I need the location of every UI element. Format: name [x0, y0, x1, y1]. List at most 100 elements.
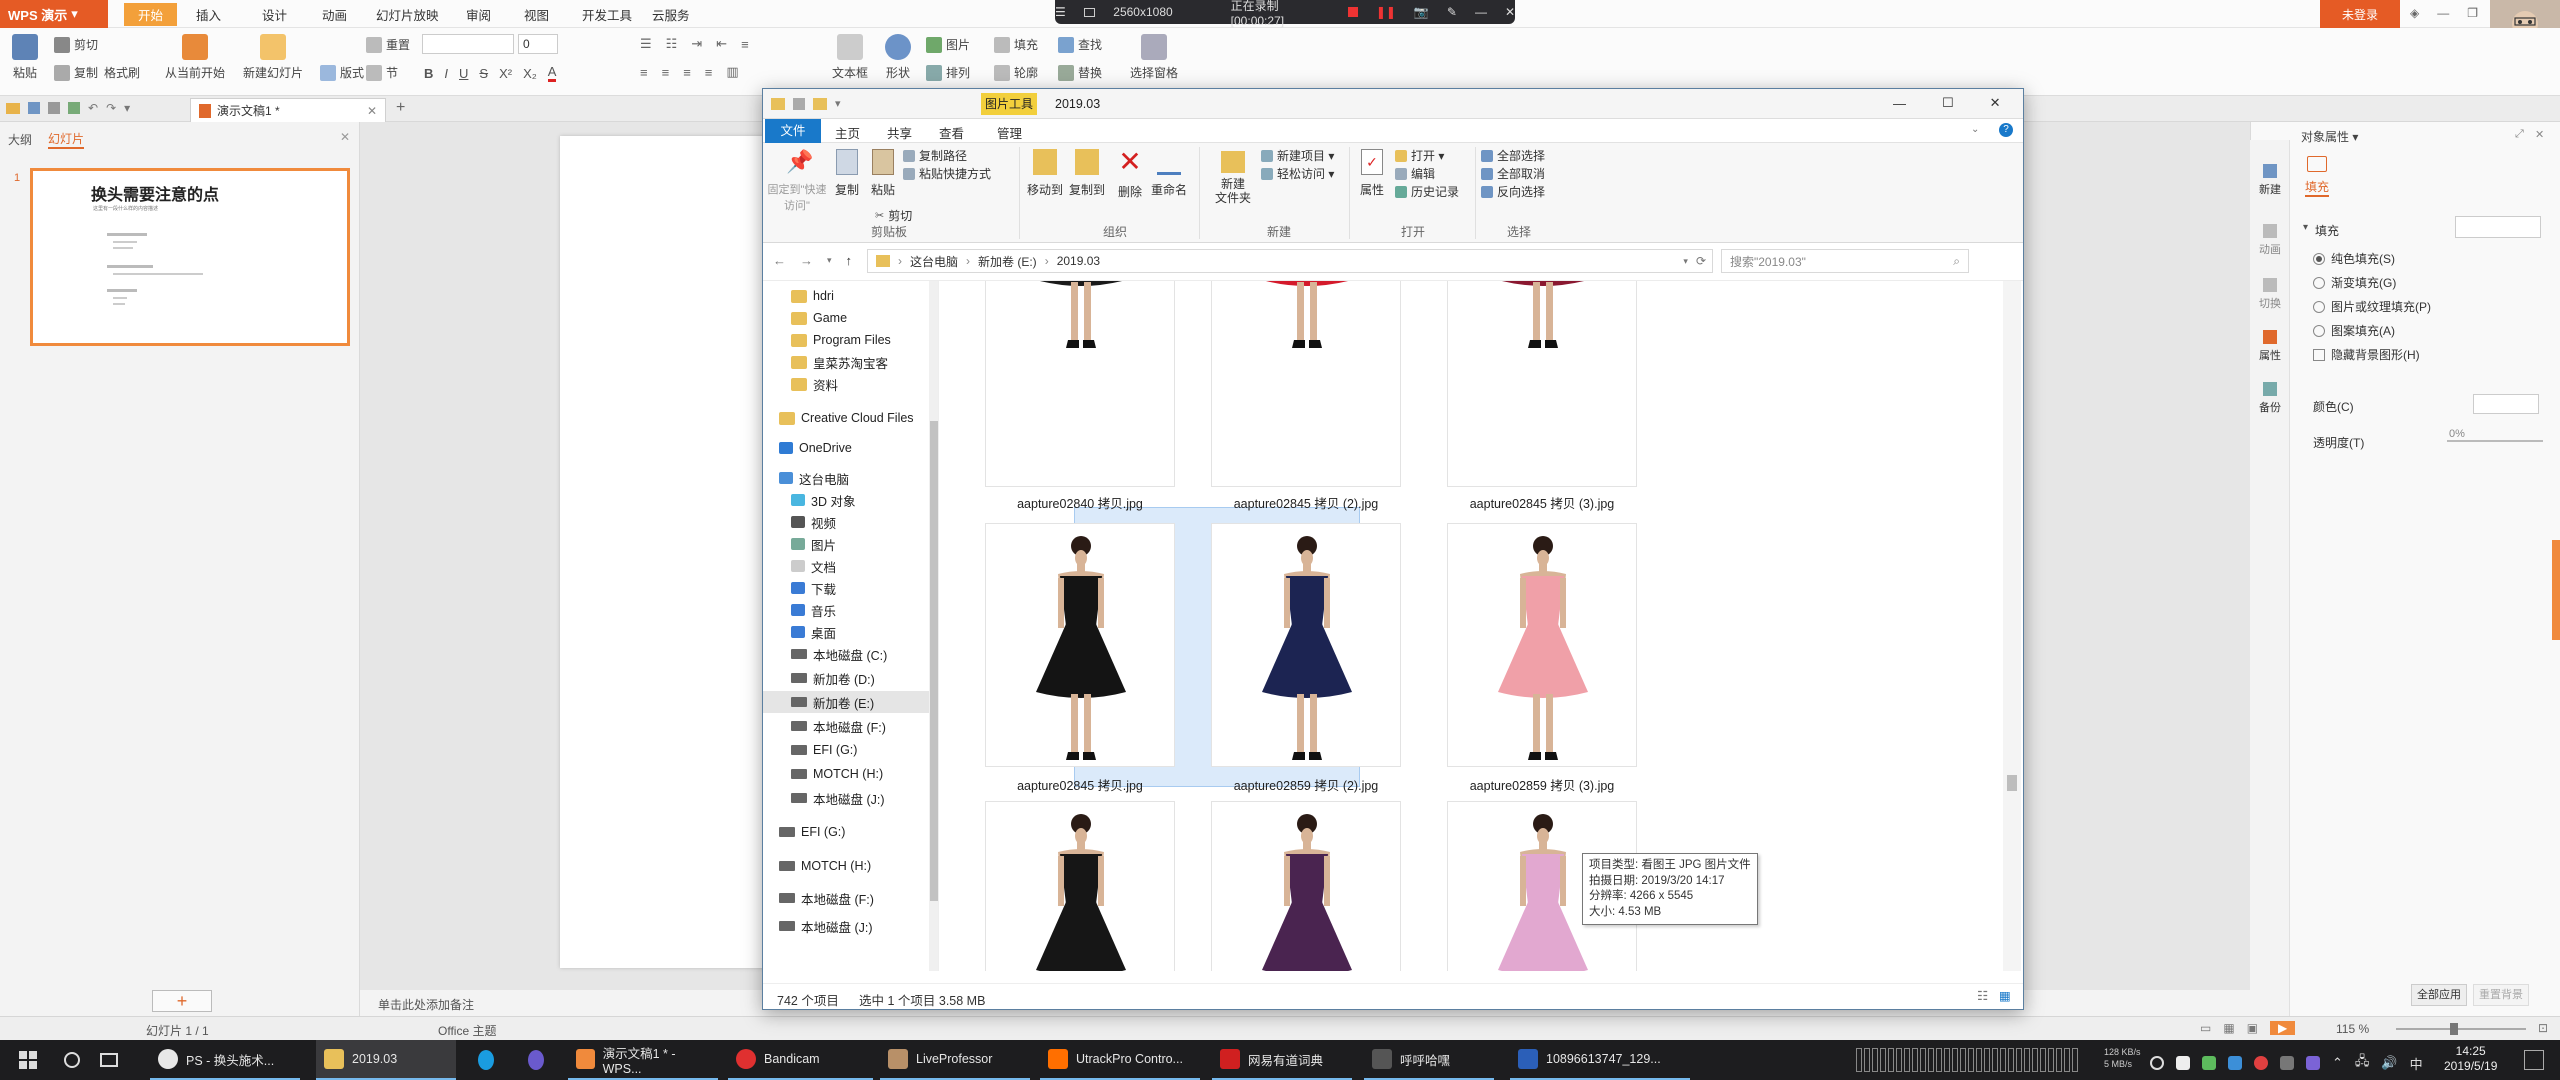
- zoom-level[interactable]: 115 %: [2336, 1022, 2369, 1036]
- reading-view-icon[interactable]: ▣: [2247, 1021, 2258, 1035]
- menu-tab-slideshow[interactable]: 幻灯片放映: [376, 5, 439, 24]
- edit-button[interactable]: 编辑: [1395, 165, 1435, 182]
- sorter-view-icon[interactable]: ▦: [2223, 1021, 2234, 1035]
- taskbar-app[interactable]: 10896613747_129...: [1510, 1040, 1690, 1080]
- side-transition[interactable]: 切换: [2254, 278, 2286, 311]
- nav-item[interactable]: 视频: [791, 511, 929, 533]
- subscript-icon[interactable]: X₂: [523, 66, 537, 81]
- close-panel-icon[interactable]: ✕: [340, 130, 350, 144]
- nav-item[interactable]: Program Files: [791, 329, 929, 351]
- nav-item[interactable]: EFI (G:): [779, 821, 929, 843]
- taskbar-app[interactable]: UtrackPro Contro...: [1040, 1040, 1200, 1080]
- file-thumbnail[interactable]: [1447, 281, 1637, 487]
- fill-section-header[interactable]: 填充: [2315, 222, 2339, 239]
- new-tab-icon[interactable]: +: [396, 99, 405, 117]
- bullet-list-icon[interactable]: ☰: [640, 36, 652, 52]
- menu-tab-home[interactable]: 开始: [124, 3, 178, 26]
- fill-tab[interactable]: 填充: [2305, 178, 2330, 197]
- nav-item[interactable]: 图片: [791, 533, 929, 555]
- menu-tab-review[interactable]: 审阅: [466, 5, 491, 24]
- copy-button[interactable]: 复制: [831, 147, 863, 198]
- properties-button[interactable]: ✓ 属性: [1355, 147, 1389, 198]
- file-thumbnail[interactable]: [985, 523, 1175, 767]
- redo-icon[interactable]: ↷: [106, 101, 116, 115]
- file-name-label[interactable]: aapture02859 拷贝 (3).jpg: [1432, 775, 1652, 794]
- new-folder-icon[interactable]: [813, 97, 827, 110]
- line-spacing-icon[interactable]: ≡: [741, 37, 749, 52]
- align-left-icon[interactable]: ≡: [640, 65, 648, 80]
- cut-button[interactable]: ✂ 剪切: [875, 207, 912, 224]
- font-size-select[interactable]: 0: [518, 34, 558, 54]
- file-name-label[interactable]: aapture02840 拷贝.jpg: [970, 493, 1190, 512]
- arrange-button[interactable]: 排列: [926, 64, 970, 81]
- font-name-select[interactable]: [422, 34, 514, 54]
- tab-view[interactable]: 查看: [939, 123, 964, 142]
- nav-item[interactable]: Creative Cloud Files: [779, 407, 929, 429]
- camera-icon[interactable]: 📷: [1414, 5, 1429, 19]
- wps-logo-menu[interactable]: WPS 演示 ▾: [0, 0, 108, 28]
- file-thumbnail[interactable]: [1211, 523, 1401, 767]
- close-icon[interactable]: ✕: [1505, 5, 1515, 19]
- volume-icon[interactable]: 🔊: [2381, 1055, 2397, 1071]
- minimize-icon[interactable]: —: [1893, 96, 1906, 111]
- nav-item[interactable]: 资料: [791, 373, 929, 395]
- format-painter-button[interactable]: 格式刷: [104, 64, 140, 81]
- nav-item[interactable]: hdri: [791, 285, 929, 307]
- picture-tools-tab[interactable]: 图片工具: [981, 93, 1037, 115]
- taskbar-app[interactable]: [470, 1040, 510, 1080]
- breadcrumb-this-pc[interactable]: 这台电脑: [910, 253, 958, 270]
- play-slideshow-icon[interactable]: ▶: [2270, 1021, 2296, 1035]
- font-color-icon[interactable]: A: [547, 64, 557, 82]
- details-view-icon[interactable]: ☷: [1977, 988, 1988, 1003]
- nav-item[interactable]: 文档: [791, 555, 929, 577]
- close-icon[interactable]: ✕: [1990, 95, 2001, 111]
- fill-button[interactable]: 填充: [994, 36, 1038, 53]
- tab-home[interactable]: 主页: [835, 123, 860, 142]
- nav-item[interactable]: MOTCH (H:): [791, 763, 929, 785]
- select-none-button[interactable]: 全部取消: [1481, 165, 1545, 182]
- nav-scrollbar-thumb[interactable]: [930, 421, 938, 901]
- zoom-slider[interactable]: [2396, 1028, 2526, 1030]
- tab-slides[interactable]: 幻灯片: [48, 130, 85, 149]
- from-current-button[interactable]: 从当前开始: [160, 34, 230, 81]
- search-taskbar-button[interactable]: [56, 1040, 88, 1080]
- content-scrollbar[interactable]: [2003, 281, 2021, 971]
- tray-icon[interactable]: [2306, 1056, 2320, 1070]
- close-tab-icon[interactable]: ✕: [367, 104, 377, 118]
- color-picker[interactable]: [2473, 394, 2539, 414]
- nav-item[interactable]: 本地磁盘 (C:): [791, 643, 929, 665]
- tab-file[interactable]: 文件: [765, 119, 821, 143]
- side-new[interactable]: 新建: [2254, 164, 2286, 197]
- nav-item[interactable]: 皇菜苏淘宝客: [791, 351, 929, 373]
- tray-icon[interactable]: [2176, 1056, 2190, 1070]
- add-slide-button[interactable]: +: [152, 990, 212, 1012]
- fill-option-picture[interactable]: 图片或纹理填充(P): [2313, 298, 2431, 315]
- clock[interactable]: 14:25 2019/5/19: [2444, 1044, 2497, 1074]
- fill-option-pattern[interactable]: 图案填充(A): [2313, 322, 2395, 339]
- file-name-label[interactable]: aapture02845 拷贝 (3).jpg: [1432, 493, 1652, 512]
- taskbar-app[interactable]: LiveProfessor: [880, 1040, 1030, 1080]
- select-pane-button[interactable]: 选择窗格: [1126, 34, 1182, 81]
- file-thumbnail[interactable]: [985, 281, 1175, 487]
- outline-button[interactable]: 轮廓: [994, 64, 1038, 81]
- copy-to-button[interactable]: 复制到: [1067, 147, 1107, 198]
- nav-item[interactable]: 本地磁盘 (J:): [791, 787, 929, 809]
- textbox-button[interactable]: 文本框: [828, 34, 872, 81]
- up-icon[interactable]: ↑: [846, 253, 853, 268]
- menu-tab-developer[interactable]: 开发工具: [582, 5, 632, 24]
- tab-share[interactable]: 共享: [887, 123, 912, 142]
- back-icon[interactable]: ←: [773, 253, 786, 268]
- nav-item[interactable]: 3D 对象: [791, 489, 929, 511]
- file-thumbnail[interactable]: [1211, 281, 1401, 487]
- transparency-slider[interactable]: [2447, 440, 2543, 442]
- copy-path-button[interactable]: 复制路径: [903, 147, 967, 164]
- columns-icon[interactable]: ▥: [726, 64, 738, 80]
- pencil-icon[interactable]: ✎: [1447, 5, 1457, 19]
- address-bar[interactable]: › 这台电脑 › 新加卷 (E:) › 2019.03 ▾ ⟳: [867, 249, 1713, 273]
- menu-tab-view[interactable]: 视图: [524, 5, 549, 24]
- side-animation[interactable]: 动画: [2254, 224, 2286, 257]
- help-icon[interactable]: ?: [1999, 123, 2013, 137]
- dropdown-arrow-icon[interactable]: ▾: [124, 101, 130, 115]
- minimize-icon[interactable]: —: [2437, 6, 2449, 20]
- refresh-icon[interactable]: ⟳: [1696, 254, 1706, 268]
